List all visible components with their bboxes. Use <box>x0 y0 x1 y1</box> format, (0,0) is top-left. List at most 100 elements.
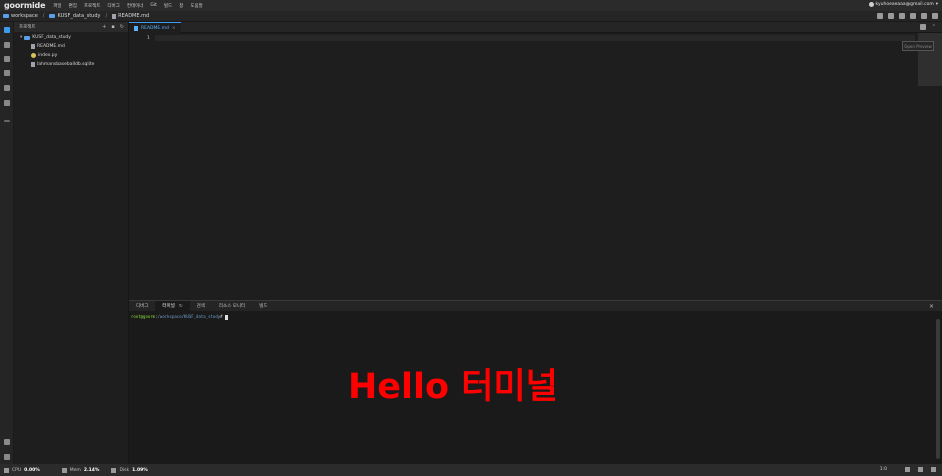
container-icon[interactable] <box>899 13 905 19</box>
mem-label: Mem <box>69 467 81 473</box>
tab-readme[interactable]: README.md × <box>129 22 181 33</box>
breadcrumb-label: workspace <box>11 13 38 19</box>
user-icon <box>868 2 874 7</box>
tab-label: 터미널 <box>162 304 175 309</box>
folder-icon <box>24 35 31 40</box>
tree-item-label: lahmansbaseballdb.sqlite <box>37 62 95 67</box>
bottom-panel-tabs: 디버그 터미널 ↻ 검색 리소스 모니터 빌드 × <box>129 300 942 312</box>
refresh-icon[interactable]: ↻ <box>120 24 124 30</box>
close-panel-button[interactable]: × <box>929 303 934 310</box>
breadcrumb-label: README.md <box>118 13 150 19</box>
cpu-value: 0.00% <box>24 467 40 473</box>
user-settings-icon[interactable] <box>932 13 938 19</box>
folder-icon <box>49 14 56 18</box>
file-icon <box>112 13 117 19</box>
tree-item-project-folder[interactable]: ▾ KUSF_data_study <box>20 35 71 40</box>
new-folder-icon[interactable]: ▪ <box>111 24 114 30</box>
code-icon[interactable] <box>4 85 10 91</box>
breadcrumb-project[interactable]: KUSF_data_study <box>49 13 100 19</box>
prompt-user: root@goorm <box>131 314 156 319</box>
more-icon[interactable] <box>4 120 10 122</box>
tree-item-readme[interactable]: README.md <box>31 44 65 49</box>
menu-container[interactable]: 컨테이너 <box>127 3 144 9</box>
app-logo[interactable]: goormide <box>4 1 45 10</box>
sidebar-header: 프로젝트 + ▪ ↻ <box>14 22 128 32</box>
debug-icon[interactable] <box>4 70 10 76</box>
status-bar: CPU 0.00% Mem 2.14% Disk 1.09% 1:0 <box>0 464 942 476</box>
menu-debug[interactable]: 디버그 <box>107 3 119 9</box>
folder-icon <box>3 14 9 18</box>
tab-terminal[interactable]: 터미널 ↻ <box>155 300 190 312</box>
project-sidebar: 프로젝트 + ▪ ↻ ▾ KUSF_data_study README.md i… <box>14 22 129 464</box>
tab-label: README.md <box>141 25 169 31</box>
save-icon[interactable] <box>877 13 883 19</box>
chevron-down-icon: ▾ <box>935 2 938 7</box>
close-icon[interactable]: × <box>172 26 176 31</box>
activity-bar <box>0 22 14 464</box>
split-editor-icon[interactable] <box>919 24 926 30</box>
account-menu[interactable]: kyuhoeaeaaa@gmail.com ▾ <box>868 2 938 7</box>
breadcrumb-workspace[interactable]: workspace <box>3 13 38 19</box>
tab-search[interactable]: 검색 <box>190 301 212 312</box>
menubar: goormide 파일 편집 프로젝트 디버그 컨테이너 Git 빌드 창 도움… <box>0 0 942 11</box>
terminal-scrollbar[interactable] <box>936 319 940 459</box>
mem-value: 2.14% <box>83 467 100 473</box>
account-email: kyuhoeaeaaa@gmail.com <box>875 2 934 7</box>
tree-item-sqlite[interactable]: lahmansbaseballdb.sqlite <box>31 62 94 67</box>
menu-edit[interactable]: 편집 <box>69 3 77 9</box>
disk-icon <box>111 467 117 473</box>
terminal-cursor <box>224 314 228 320</box>
menu-help[interactable]: 도움말 <box>190 3 202 9</box>
prompt-path: /workspace/KUSF_data_study <box>157 314 221 319</box>
chevron-up-icon[interactable]: ⌃ <box>932 24 936 30</box>
new-file-icon[interactable]: + <box>102 24 106 30</box>
menu-window[interactable]: 창 <box>179 3 183 9</box>
current-line-highlight <box>155 35 915 41</box>
git-branch-icon[interactable] <box>4 56 10 62</box>
tab-build[interactable]: 빌드 <box>252 301 274 312</box>
tree-item-index-py[interactable]: index.py <box>31 53 57 58</box>
cursor-position[interactable]: 1:0 <box>880 467 887 472</box>
tab-debug[interactable]: 디버그 <box>129 301 155 312</box>
fullscreen-icon[interactable] <box>4 439 10 445</box>
code-editor[interactable]: 1 Open Preview <box>129 33 942 300</box>
mem-stat: Mem 2.14% <box>61 467 100 473</box>
editor-tab-bar: README.md × ⌃ <box>129 22 942 33</box>
status-right: 1:0 <box>880 467 936 472</box>
layout-icon[interactable] <box>905 467 910 472</box>
save-all-icon[interactable] <box>888 13 894 19</box>
cpu-icon <box>4 467 9 473</box>
terminal-prompt: root@goorm:/workspace/KUSF_data_study# <box>131 314 228 320</box>
menu-project[interactable]: 프로젝트 <box>84 3 101 9</box>
tree-item-label: index.py <box>38 53 58 58</box>
keyboard-icon[interactable] <box>931 467 936 472</box>
menu-file[interactable]: 파일 <box>53 3 61 9</box>
cpu-label: CPU <box>12 467 22 473</box>
sidebar-title: 프로젝트 <box>19 25 36 30</box>
breadcrumb-label: KUSF_data_study <box>57 13 101 19</box>
editor-tab-actions: ⌃ <box>919 24 936 30</box>
breadcrumb-separator: / <box>105 13 108 19</box>
notification-icon[interactable] <box>918 467 923 472</box>
tree-item-label: README.md <box>37 44 65 49</box>
disk-label: Disk <box>119 467 130 473</box>
build-tools-icon[interactable] <box>910 13 916 19</box>
settings-icon[interactable] <box>921 13 927 19</box>
tab-resource-monitor[interactable]: 리소스 모니터 <box>212 301 252 312</box>
line-number: 1 <box>147 36 150 41</box>
refresh-icon[interactable]: ↻ <box>179 304 183 309</box>
open-preview-button[interactable]: Open Preview <box>902 41 934 51</box>
notes-icon[interactable] <box>4 100 10 106</box>
terminal[interactable]: root@goorm:/workspace/KUSF_data_study# H… <box>129 311 942 464</box>
outline-icon[interactable] <box>4 42 10 48</box>
toolbar-right <box>877 13 938 19</box>
breadcrumb: workspace / KUSF_data_study / README.md <box>0 11 942 22</box>
file-icon <box>31 62 35 67</box>
project-explorer-icon[interactable] <box>4 27 10 33</box>
menu-build[interactable]: 빌드 <box>164 3 172 9</box>
python-file-icon <box>31 53 36 58</box>
breadcrumb-file[interactable]: README.md <box>112 13 149 19</box>
gear-icon[interactable] <box>4 454 10 460</box>
menu-git[interactable]: Git <box>150 3 157 8</box>
ide-window: goormide 파일 편집 프로젝트 디버그 컨테이너 Git 빌드 창 도움… <box>0 0 942 476</box>
